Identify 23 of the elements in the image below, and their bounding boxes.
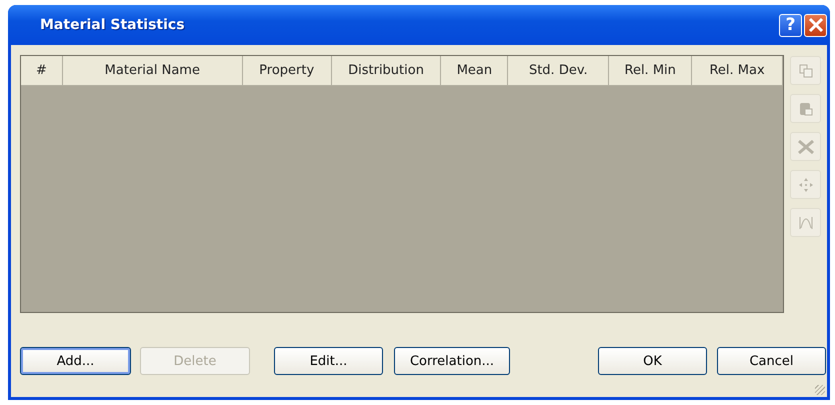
dialog-button[interactable]: Add... [20, 347, 131, 375]
copy-icon [798, 64, 812, 78]
x-icon [798, 140, 814, 154]
column-header[interactable]: Std. Dev. [508, 56, 610, 86]
help-button[interactable]: ? [779, 14, 802, 36]
column-header[interactable]: Rel. Min [609, 56, 692, 86]
column-header[interactable]: Rel. Max [692, 56, 784, 86]
dialog-button[interactable]: Correlation... [394, 347, 510, 375]
dialog-button[interactable]: Edit... [274, 347, 383, 375]
clipboard-icon [798, 102, 812, 116]
resize-grip[interactable] [815, 385, 825, 395]
dialog-button[interactable]: Cancel [717, 347, 826, 375]
column-header[interactable]: Distribution [332, 56, 442, 86]
close-icon [808, 17, 824, 33]
column-header[interactable]: # [21, 56, 63, 86]
dialog-button[interactable]: OK [598, 347, 707, 375]
column-header[interactable]: Material Name [62, 56, 243, 86]
move-icon [798, 178, 812, 192]
close-button[interactable] [804, 14, 827, 36]
window-title: Material Statistics [40, 17, 185, 33]
curve-icon [798, 216, 812, 230]
column-header[interactable]: Mean [441, 56, 508, 86]
column-header[interactable]: Property [242, 56, 332, 86]
